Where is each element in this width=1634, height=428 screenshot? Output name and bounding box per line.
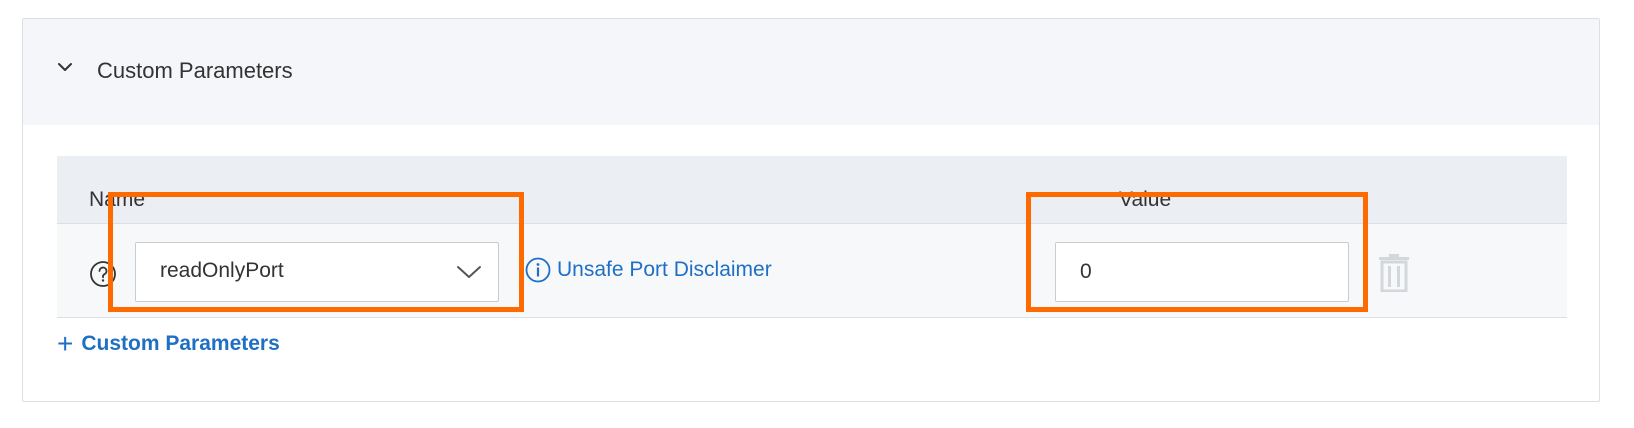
column-header-value: Value xyxy=(1119,188,1172,211)
section-title: Custom Parameters xyxy=(97,58,293,83)
column-header-name: Name xyxy=(89,188,146,211)
disclaimer-label: Unsafe Port Disclaimer xyxy=(557,258,772,281)
add-button-label: Custom Parameters xyxy=(81,332,280,355)
parameter-value-input[interactable] xyxy=(1055,242,1349,302)
plus-icon: + xyxy=(57,328,74,359)
chevron-down-icon[interactable] xyxy=(55,57,75,77)
chevron-down-icon xyxy=(457,266,481,278)
trash-icon[interactable] xyxy=(1377,254,1411,292)
parameter-name-select[interactable]: readOnlyPort xyxy=(135,242,499,302)
table-row: readOnlyPort Unsafe Port Disclaimer xyxy=(57,224,1567,318)
question-circle-icon[interactable] xyxy=(89,260,117,288)
custom-parameters-panel: Custom Parameters Name Value readOnlyPor… xyxy=(22,18,1600,402)
panel-header[interactable]: Custom Parameters xyxy=(23,19,1599,125)
add-custom-parameter-button[interactable]: + Custom Parameters xyxy=(57,328,280,359)
select-value: readOnlyPort xyxy=(160,259,284,282)
unsafe-port-disclaimer-link[interactable]: Unsafe Port Disclaimer xyxy=(525,257,772,283)
parameters-table: Name Value readOnlyPort Unsafe Port Disc… xyxy=(57,156,1567,318)
info-circle-icon xyxy=(525,257,551,283)
table-header: Name Value xyxy=(57,156,1567,224)
